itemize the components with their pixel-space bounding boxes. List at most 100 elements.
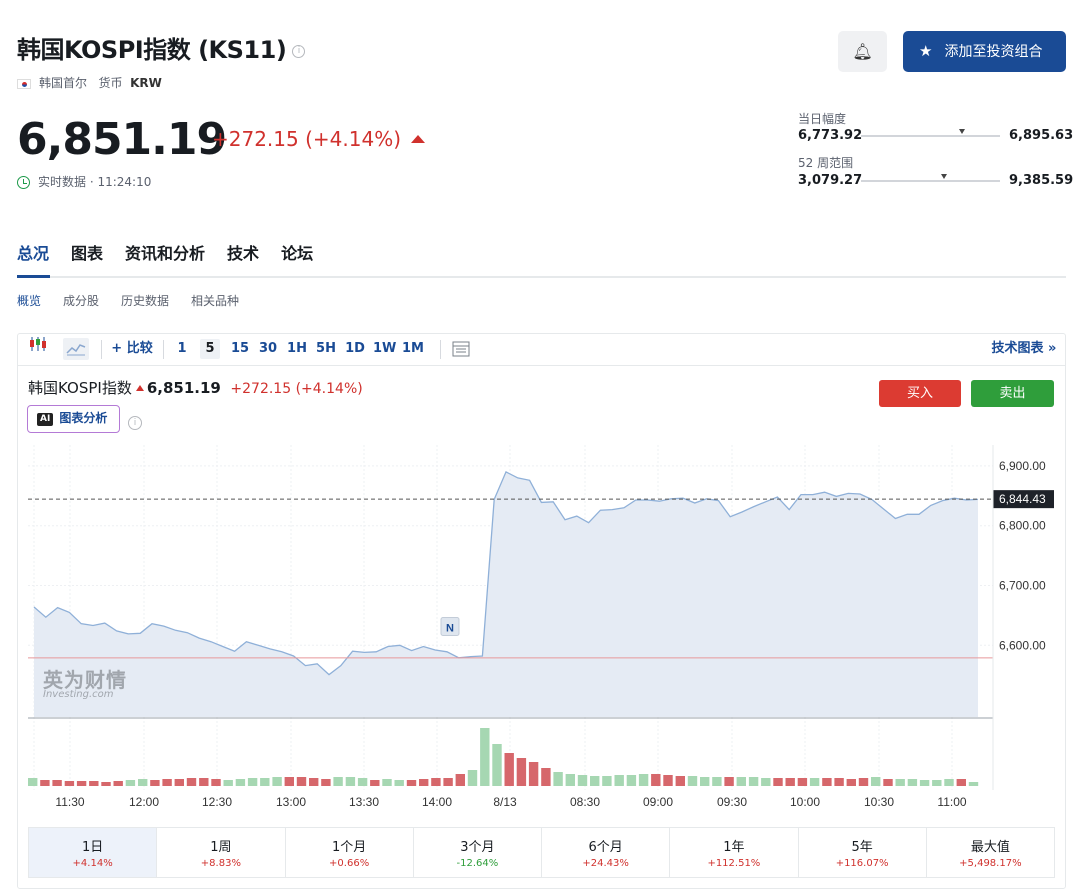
volume-bar — [455, 774, 465, 786]
volume-bar — [748, 777, 759, 786]
x-tick-label: 13:00 — [276, 795, 306, 809]
period-label: 1周 — [210, 840, 232, 855]
y-tick-label: 6,600.00 — [999, 638, 1046, 652]
volume-bar — [309, 778, 319, 786]
volume-bar — [541, 768, 551, 786]
volume-bar — [382, 779, 392, 786]
volume-bar — [651, 774, 661, 786]
volume-bar — [614, 775, 624, 786]
volume-bar — [797, 778, 808, 786]
period-label: 3个月 — [460, 840, 495, 855]
volume-bar — [370, 780, 380, 786]
x-tick-label: 13:30 — [349, 795, 379, 809]
volume-bar — [944, 779, 954, 786]
volume-bar — [223, 780, 233, 786]
period-7[interactable]: 最大值 +5,498.17% — [927, 828, 1054, 877]
period-label: 1日 — [81, 840, 104, 855]
volume-bar — [590, 776, 600, 786]
period-change: +4.14% — [72, 858, 113, 869]
current-price-label: 6,844.43 — [999, 492, 1046, 506]
period-change: +5,498.17% — [959, 858, 1022, 869]
volume-bar — [492, 744, 502, 786]
x-tick-label: 12:30 — [202, 795, 232, 809]
volume-bar — [871, 777, 881, 786]
volume-bar — [64, 781, 75, 786]
x-tick-label: 09:30 — [717, 795, 747, 809]
volume-bar — [724, 777, 734, 786]
performance-periods: 1日 +4.14% 1周 +8.83% 1个月 +0.66% 3个月 -12.64% 6个月 +2… — [28, 827, 1055, 878]
volume-bar — [174, 779, 184, 786]
volume-bar — [895, 779, 905, 786]
volume-bar — [968, 782, 979, 786]
volume-bar — [846, 779, 856, 786]
volume-bar — [761, 778, 771, 786]
volume-bar — [101, 782, 111, 786]
volume-bar — [516, 758, 527, 786]
volume-bar — [199, 778, 209, 786]
volume-bar — [28, 778, 38, 786]
volume-bar — [52, 780, 62, 786]
volume-bar — [858, 778, 869, 786]
volume-bar — [528, 762, 539, 786]
volume-bar — [773, 778, 783, 786]
x-tick-label: 12:00 — [129, 795, 159, 809]
period-change: +8.83% — [200, 858, 241, 869]
period-label: 最大值 — [970, 840, 1010, 855]
volume-bar — [162, 779, 172, 786]
volume-bar — [333, 777, 343, 786]
y-tick-label: 6,900.00 — [999, 459, 1046, 473]
watermark-logo: 英为财情 Investing.com — [43, 664, 127, 700]
volume-bar — [272, 777, 282, 786]
period-4[interactable]: 6个月 +24.43% — [542, 828, 671, 877]
volume-bar — [186, 778, 197, 786]
price-area — [34, 471, 978, 717]
period-2[interactable]: 1个月 +0.66% — [286, 828, 414, 877]
volume-bar — [357, 778, 368, 786]
volume-bar — [235, 779, 246, 786]
volume-bar — [504, 753, 514, 786]
volume-bar — [40, 780, 50, 786]
period-5[interactable]: 1年 +112.51% — [670, 828, 799, 877]
volume-bar — [284, 777, 294, 786]
volume-bar — [260, 778, 270, 786]
x-tick-label: 08:30 — [570, 795, 600, 809]
period-label: 6个月 — [588, 840, 623, 855]
x-tick-label: 11:30 — [55, 795, 84, 809]
volume-bar — [638, 774, 649, 786]
volume-bar — [480, 728, 490, 786]
volume-bar — [443, 778, 453, 786]
volume-bar — [883, 779, 893, 786]
x-tick-label: 14:00 — [422, 795, 452, 809]
volume-bar — [687, 776, 698, 786]
period-label: 1年 — [723, 840, 745, 855]
x-tick-label: 09:00 — [643, 795, 673, 809]
period-1[interactable]: 1周 +8.83% — [157, 828, 286, 877]
period-6[interactable]: 5年 +116.07% — [799, 828, 927, 877]
volume-bar — [834, 778, 844, 786]
x-tick-label: 8/13 — [493, 795, 517, 809]
volume-bar — [419, 779, 429, 786]
volume-bar — [431, 778, 441, 786]
volume-bar — [602, 776, 612, 786]
volume-bar — [553, 772, 563, 786]
period-label: 1个月 — [331, 840, 367, 855]
volume-bar — [712, 777, 722, 786]
volume-bar — [736, 777, 746, 786]
volume-bar — [394, 780, 404, 786]
volume-bar — [565, 774, 575, 786]
y-tick-label: 6,700.00 — [999, 578, 1046, 592]
volume-bar — [932, 780, 942, 786]
volume-bar — [211, 779, 221, 786]
volume-bar — [321, 779, 331, 786]
x-tick-label: 10:30 — [864, 795, 894, 809]
volume-bar — [467, 770, 478, 786]
volume-bar — [919, 780, 930, 786]
volume-bar — [150, 780, 160, 786]
y-tick-label: 6,800.00 — [999, 519, 1046, 533]
price-chart[interactable]: 6,900.00 6,800.00 6,700.00 6,600.00 6,844.43… — [0, 0, 1080, 896]
period-0[interactable]: 1日 +4.14% — [29, 828, 158, 877]
period-3[interactable]: 3个月 -12.64% — [414, 828, 542, 877]
volume-bar — [675, 776, 685, 786]
volume-bar — [138, 779, 148, 786]
volume-bar — [296, 777, 307, 786]
